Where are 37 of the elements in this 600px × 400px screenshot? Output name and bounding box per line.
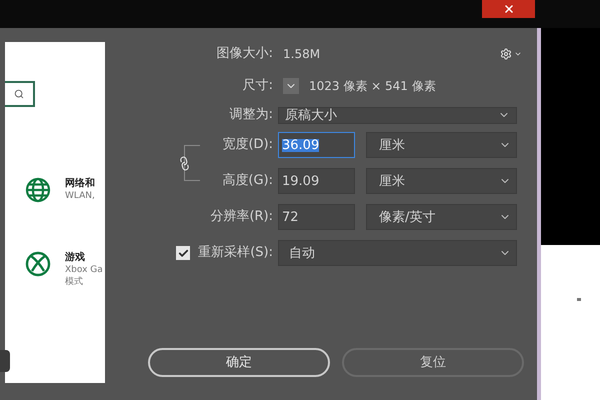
unit-dropdown[interactable]: 厘米 — [366, 132, 517, 158]
setting-title: 网络和 — [65, 177, 95, 190]
caret-icon — [514, 50, 522, 58]
resample-checkbox[interactable] — [176, 246, 190, 260]
field-label: 分辨率(R): — [209, 208, 274, 226]
setting-description: Xbox Ga — [65, 264, 103, 276]
xbox-logo-icon — [25, 251, 51, 277]
unit-dropdown[interactable]: 像素/英寸 — [366, 204, 517, 230]
field-label: 图像大小: — [216, 45, 274, 64]
field-label: 高度(G): — [221, 172, 274, 190]
globe-icon — [25, 177, 51, 203]
resample-dropdown[interactable]: 自动 — [278, 240, 517, 266]
field-label: 重新采样(S): — [198, 244, 273, 262]
field-label: 调整为: — [228, 106, 274, 124]
setting-description: 模式 — [65, 276, 84, 288]
dimensions-dropdown[interactable] — [283, 78, 299, 94]
dimensions-value: 1023 像素 × 541 像素 — [309, 78, 436, 95]
value-field[interactable]: 72 — [278, 204, 355, 230]
close-button[interactable] — [482, 0, 535, 18]
settings-icon — [500, 48, 512, 60]
setting-description: WLAN, — [65, 190, 95, 202]
unit-dropdown[interactable]: 厘米 — [366, 168, 517, 194]
dialog-button[interactable]: 复位 — [342, 348, 524, 377]
setting-title: 游戏 — [65, 251, 86, 264]
close-icon — [502, 3, 514, 15]
scrollbar-thumb — [0, 350, 10, 372]
field-label: 宽度(D): — [221, 136, 274, 154]
value-field[interactable]: 36.09 — [278, 132, 355, 158]
image-size-value: 1.58M — [283, 46, 320, 63]
dialog-button[interactable]: 确定 — [148, 348, 330, 377]
search-field[interactable] — [5, 81, 35, 107]
field-label: 尺寸: — [242, 77, 274, 96]
settings-menu-button[interactable] — [500, 48, 522, 60]
check-icon — [178, 248, 189, 258]
fit-to-dropdown[interactable]: 原稿大小 — [278, 106, 517, 124]
value-field[interactable]: 19.09 — [278, 168, 355, 194]
search-icon — [14, 89, 24, 99]
